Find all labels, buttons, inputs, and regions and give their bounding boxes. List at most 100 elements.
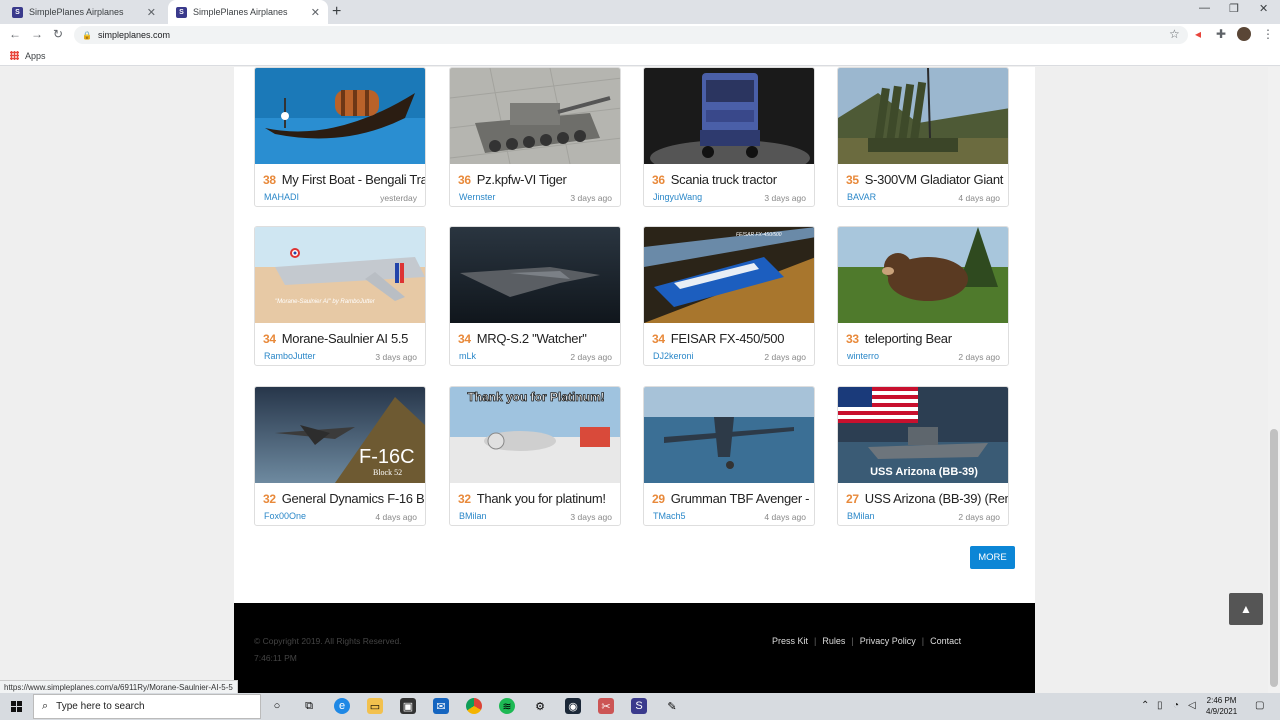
tray-device-icon[interactable]: ▯ — [1157, 700, 1163, 711]
airplane-card[interactable]: 36 Scania truck tractor JingyuWang 3 days… — [643, 67, 815, 207]
minimize-button[interactable]: — — [1199, 2, 1210, 14]
chevron-up-icon: ▲ — [1240, 602, 1252, 616]
airplane-thumbnail[interactable]: "Morane-Saulnier AI" by RamboJutter — [255, 227, 425, 323]
airplane-card[interactable]: FEISAR FX-450/500 34 FEISAR FX-450/500 DJ… — [643, 226, 815, 366]
taskbar-clock[interactable]: 2:46 PM 4/9/2021 — [1206, 695, 1237, 717]
airplane-thumbnail[interactable]: Thank you for Platinum! — [450, 387, 620, 483]
card-author-link[interactable]: MAHADI — [264, 192, 299, 202]
airplane-card[interactable]: 29 Grumman TBF Avenger - TMach5 4 days ag… — [643, 386, 815, 526]
card-title[interactable]: 38 My First Boat - Bengali Tra — [263, 172, 425, 187]
apps-grid-icon[interactable] — [10, 51, 19, 60]
airplane-card[interactable]: 36 Pz.kpfw-VI Tiger Wernster 3 days ago — [449, 67, 621, 207]
card-author-link[interactable]: Fox00One — [264, 511, 306, 521]
card-title[interactable]: 33 teleporting Bear — [846, 331, 1008, 346]
card-author-link[interactable]: BMilan — [459, 511, 487, 521]
tab-simpleplanes-2[interactable]: S SimplePlanes Airplanes ✕ — [168, 0, 328, 24]
scrollbar-thumb[interactable] — [1270, 429, 1278, 687]
notifications-icon[interactable]: ▢ — [1255, 700, 1264, 711]
store-icon[interactable]: ▣ — [400, 698, 416, 714]
airplane-card[interactable]: USS Arizona (BB-39) 27 USS Arizona (BB-39… — [837, 386, 1009, 526]
bookmark-star-icon[interactable]: ☆ — [1169, 27, 1180, 41]
file-explorer-icon[interactable]: ▭ — [367, 698, 383, 714]
airplane-thumbnail[interactable]: F-16C Block 52 — [255, 387, 425, 483]
airplane-card[interactable]: 35 S-300VM Gladiator Giant BAVAR 4 days a… — [837, 67, 1009, 207]
card-title[interactable]: 36 Pz.kpfw-VI Tiger — [458, 172, 620, 187]
airplane-thumbnail[interactable] — [838, 227, 1008, 323]
volume-icon[interactable]: ◁ — [1188, 700, 1196, 711]
card-title[interactable]: 32 Thank you for platinum! — [458, 491, 620, 506]
card-author-link[interactable]: TMach5 — [653, 511, 686, 521]
airplane-thumbnail[interactable] — [450, 227, 620, 323]
card-title[interactable]: 36 Scania truck tractor — [652, 172, 814, 187]
airplane-card[interactable]: F-16C Block 52 32 General Dynamics F-16 B… — [254, 386, 426, 526]
airplane-card[interactable]: Thank you for Platinum! 32 Thank you for … — [449, 386, 621, 526]
card-author-link[interactable]: BMilan — [847, 511, 875, 521]
network-icon[interactable]: ◔ — [1173, 700, 1179, 711]
card-author-link[interactable]: BAVAR — [847, 192, 876, 202]
airplane-thumbnail[interactable]: FEISAR FX-450/500 — [644, 227, 814, 323]
airplane-thumbnail[interactable] — [838, 68, 1008, 164]
settings-gear-icon[interactable]: ⚙ — [532, 698, 548, 714]
maximize-button[interactable]: ❐ — [1229, 2, 1239, 15]
card-author-link[interactable]: RamboJutter — [264, 351, 316, 361]
extensions-puzzle-icon[interactable]: ✚ — [1216, 27, 1226, 41]
chrome-icon[interactable] — [466, 698, 482, 714]
back-arrow-icon[interactable]: ← — [9, 27, 21, 41]
page-scrollbar[interactable] — [1268, 67, 1280, 693]
card-author-link[interactable]: winterro — [847, 351, 879, 361]
snipping-tool-icon[interactable]: ✂ — [598, 698, 614, 714]
extension-icon[interactable]: ◂ — [1195, 27, 1201, 41]
airplane-thumbnail[interactable] — [644, 387, 814, 483]
close-window-button[interactable]: ✕ — [1259, 2, 1268, 15]
back-to-top-button[interactable]: ▲ — [1229, 593, 1263, 625]
card-title[interactable]: 35 S-300VM Gladiator Giant — [846, 172, 1008, 187]
card-score: 34 — [263, 332, 276, 346]
edge-icon[interactable]: e — [334, 698, 350, 714]
new-tab-button[interactable]: + — [332, 3, 341, 21]
airplane-thumbnail[interactable] — [450, 68, 620, 164]
more-button[interactable]: MORE — [970, 546, 1015, 569]
contact-link[interactable]: Contact — [924, 636, 967, 646]
card-title[interactable]: 34 Morane-Saulnier AI 5.5 — [263, 331, 425, 346]
card-title[interactable]: 27 USS Arizona (BB-39) (Rem — [846, 491, 1008, 506]
card-title[interactable]: 29 Grumman TBF Avenger - — [652, 491, 814, 506]
paint-app-icon[interactable]: ✎ — [664, 698, 680, 714]
privacy-policy-link[interactable]: Privacy Policy — [854, 636, 922, 646]
mail-icon[interactable]: ✉ — [433, 698, 449, 714]
spotify-icon[interactable]: ≋ — [499, 698, 515, 714]
airplane-card[interactable]: 34 MRQ-S.2 "Watcher" mLk 2 days ago — [449, 226, 621, 366]
card-author-link[interactable]: DJ2keroni — [653, 351, 694, 361]
steam-icon[interactable]: ◉ — [565, 698, 581, 714]
airplane-card[interactable]: "Morane-Saulnier AI" by RamboJutter 34 Mo… — [254, 226, 426, 366]
taskbar-search[interactable]: ⌕ Type here to search — [33, 694, 261, 719]
close-tab-icon[interactable]: ✕ — [147, 6, 156, 19]
airplane-card[interactable]: 38 My First Boat - Bengali Tra MAHADI yes… — [254, 67, 426, 207]
card-title[interactable]: 32 General Dynamics F-16 B — [263, 491, 425, 506]
cortana-icon[interactable]: ○ — [269, 698, 285, 714]
address-bar[interactable]: 🔒 simpleplanes.com — [74, 26, 1188, 44]
card-timestamp: 2 days ago — [764, 352, 806, 362]
search-placeholder: Type here to search — [56, 701, 145, 712]
card-author-link[interactable]: Wernster — [459, 192, 495, 202]
reload-icon[interactable]: ↻ — [53, 27, 63, 41]
task-view-icon[interactable]: ⧉ — [301, 698, 317, 714]
apps-bookmark[interactable]: Apps — [25, 51, 46, 61]
close-tab-icon[interactable]: ✕ — [311, 6, 320, 19]
airplane-thumbnail[interactable] — [255, 68, 425, 164]
press-kit-link[interactable]: Press Kit — [766, 636, 814, 646]
chevron-up-icon[interactable]: ⌃ — [1141, 700, 1149, 711]
airplane-thumbnail[interactable] — [644, 68, 814, 164]
simpleplanes-app-icon[interactable]: S — [631, 698, 647, 714]
rules-link[interactable]: Rules — [816, 636, 851, 646]
profile-avatar[interactable] — [1237, 27, 1251, 41]
card-author-link[interactable]: mLk — [459, 351, 476, 361]
tab-simpleplanes-1[interactable]: S SimplePlanes Airplanes ✕ — [4, 0, 164, 24]
airplane-card[interactable]: 33 teleporting Bear winterro 2 days ago — [837, 226, 1009, 366]
airplane-thumbnail[interactable]: USS Arizona (BB-39) — [838, 387, 1008, 483]
card-author-link[interactable]: JingyuWang — [653, 192, 702, 202]
card-title[interactable]: 34 MRQ-S.2 "Watcher" — [458, 331, 620, 346]
forward-arrow-icon[interactable]: → — [31, 27, 43, 41]
menu-kebab-icon[interactable]: ⋮ — [1262, 27, 1274, 41]
card-title[interactable]: 34 FEISAR FX-450/500 — [652, 331, 814, 346]
start-button[interactable] — [0, 693, 32, 720]
